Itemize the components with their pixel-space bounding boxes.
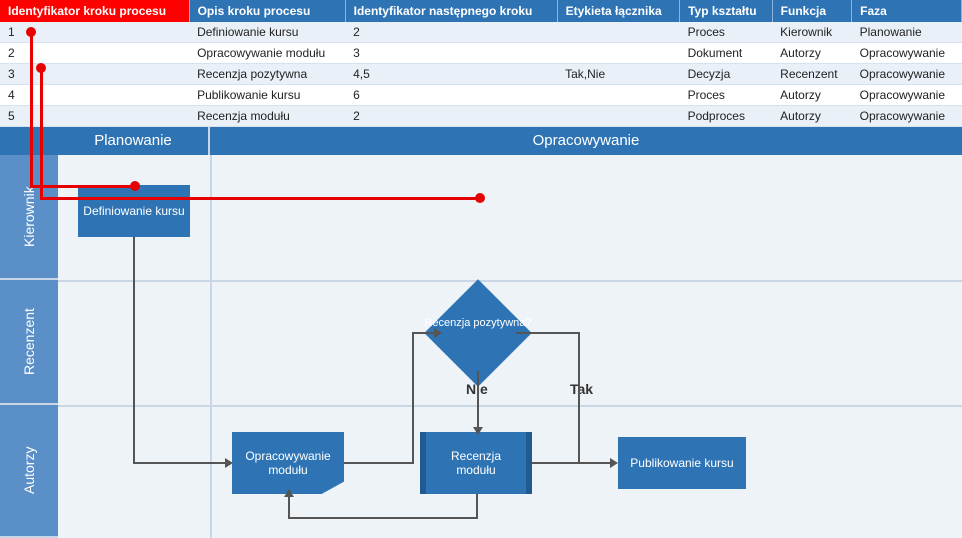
cell-conn xyxy=(557,22,679,43)
connector xyxy=(412,332,436,334)
cell-next: 2 xyxy=(345,22,557,43)
connector xyxy=(412,333,414,464)
col-desc: Opis kroku procesu xyxy=(189,0,345,22)
cell-conn: Tak,Nie xyxy=(557,64,679,85)
cell-conn xyxy=(557,106,679,127)
col-conn: Etykieta łącznika xyxy=(557,0,679,22)
cell-func: Recenzent xyxy=(772,64,851,85)
lane-separator xyxy=(58,280,962,282)
cell-shape: Podproces xyxy=(680,106,773,127)
corner-cell xyxy=(0,127,58,155)
col-id: Identyfikator kroku procesu xyxy=(0,0,189,22)
shape-publish-course[interactable]: Publikowanie kursu xyxy=(618,437,746,489)
lane-autorzy: Autorzy xyxy=(0,405,58,538)
cell-id: 3 xyxy=(0,64,189,85)
cell-next: 4,5 xyxy=(345,64,557,85)
process-table: Identyfikator kroku procesu Opis kroku p… xyxy=(0,0,962,127)
cell-phase: Planowanie xyxy=(852,22,962,43)
connector xyxy=(344,462,414,464)
flow-diagram: Planowanie Opracowywanie Kierownik Recen… xyxy=(0,127,962,538)
phase-separator xyxy=(210,155,212,538)
cell-phase: Opracowywanie xyxy=(852,64,962,85)
shape-define-course[interactable]: Definiowanie kursu xyxy=(78,185,190,237)
lane-kierownik: Kierownik xyxy=(0,155,58,280)
cell-func: Kierownik xyxy=(772,22,851,43)
cell-desc: Opracowywanie modułu xyxy=(189,43,345,64)
table-header: Identyfikator kroku procesu Opis kroku p… xyxy=(0,0,962,22)
table-row: 5 Recenzja modułu 2 Podproces Autorzy Op… xyxy=(0,106,962,127)
callout-line xyxy=(30,185,135,188)
connector xyxy=(532,462,612,464)
cell-desc: Definiowanie kursu xyxy=(189,22,345,43)
cell-id: 5 xyxy=(0,106,189,127)
cell-phase: Opracowywanie xyxy=(852,43,962,64)
col-phase: Faza xyxy=(852,0,962,22)
connector xyxy=(476,494,478,517)
cell-desc: Recenzja pozytywna xyxy=(189,64,345,85)
cell-phase: Opracowywanie xyxy=(852,106,962,127)
callout-line xyxy=(40,67,43,197)
arrowhead-icon xyxy=(434,328,442,338)
cell-desc: Publikowanie kursu xyxy=(189,85,345,106)
lane-separator xyxy=(58,405,962,407)
cell-next: 6 xyxy=(345,85,557,106)
connector xyxy=(133,462,225,464)
phase-header-plan: Planowanie xyxy=(58,127,210,155)
cell-shape: Proces xyxy=(680,85,773,106)
table-row: 1 Definiowanie kursu 2 Proces Kierownik … xyxy=(0,22,962,43)
cell-phase: Opracowywanie xyxy=(852,85,962,106)
connector xyxy=(133,237,135,462)
col-shape: Typ kształtu xyxy=(680,0,773,22)
shape-review-module[interactable]: Recenzja modułu xyxy=(420,432,532,494)
connector xyxy=(516,332,580,334)
connector xyxy=(288,497,290,519)
cell-shape: Dokument xyxy=(680,43,773,64)
cell-desc: Recenzja modułu xyxy=(189,106,345,127)
cell-id: 2 xyxy=(0,43,189,64)
cell-id: 4 xyxy=(0,85,189,106)
cell-conn xyxy=(557,43,679,64)
col-next: Identyfikator następnego kroku xyxy=(345,0,557,22)
lane-recenzent: Recenzent xyxy=(0,280,58,405)
cell-next: 3 xyxy=(345,43,557,64)
callout-line xyxy=(30,31,33,186)
table-row: 4 Publikowanie kursu 6 Proces Autorzy Op… xyxy=(0,85,962,106)
table-row: 2 Opracowywanie modułu 3 Dokument Autorz… xyxy=(0,43,962,64)
col-func: Funkcja xyxy=(772,0,851,22)
connector xyxy=(578,332,580,462)
table-row: 3 Recenzja pozytywna 4,5 Tak,Nie Decyzja… xyxy=(0,64,962,85)
cell-func: Autorzy xyxy=(772,85,851,106)
cell-func: Autorzy xyxy=(772,106,851,127)
cell-conn xyxy=(557,85,679,106)
shape-develop-module[interactable]: Opracowywanie modułu xyxy=(232,432,344,494)
callout-line xyxy=(40,197,480,200)
cell-shape: Proces xyxy=(680,22,773,43)
phase-header-dev: Opracowywanie xyxy=(210,127,962,155)
arrowhead-icon xyxy=(473,427,483,435)
arrowhead-icon xyxy=(284,489,294,497)
arrowhead-icon xyxy=(225,458,233,468)
cell-next: 2 xyxy=(345,106,557,127)
cell-func: Autorzy xyxy=(772,43,851,64)
callout-dot xyxy=(36,63,46,73)
flow-label-yes: Tak xyxy=(570,381,593,397)
cell-shape: Decyzja xyxy=(680,64,773,85)
connector xyxy=(477,371,479,431)
callout-dot xyxy=(475,193,485,203)
callout-dot xyxy=(26,27,36,37)
connector xyxy=(288,517,478,519)
